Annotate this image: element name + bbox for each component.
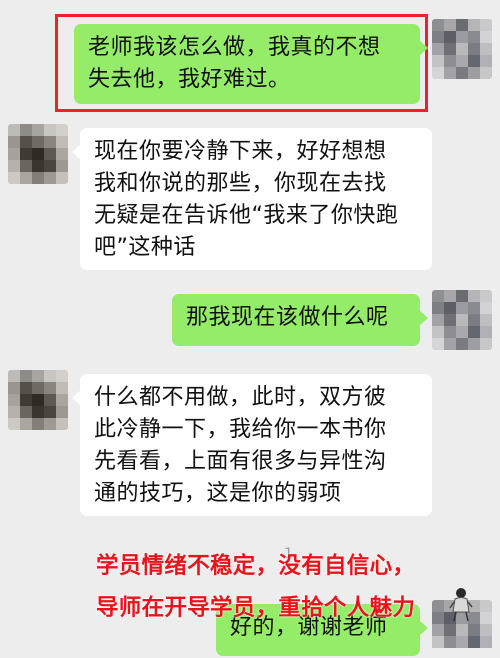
message-bubble-sent[interactable]: 那我现在该做什么呢 [172, 294, 428, 346]
message-text: 通的技巧，这是你的弱项 [94, 481, 342, 506]
message-text: 此冷静一下，我给你一本书你 [94, 417, 387, 442]
annotation-line-2: 导师在开导学员，重拾个人魅力 [96, 595, 416, 621]
teacher-avatar[interactable] [8, 124, 68, 184]
message-text: 吧”这种话 [94, 235, 196, 260]
message-text: 什么都不用做，此时，双方彼 [94, 385, 387, 410]
message-bubble-received[interactable]: 现在你要冷静下来，好好想想 我和你说的那些，你现在去找 无疑是在告诉他“我来了你… [72, 128, 432, 270]
person-figure-icon [449, 588, 473, 622]
message-bubble-sent[interactable]: 老师我该怎么做，我真的不想 失去他，我好难过。 [74, 24, 428, 104]
message-text: 失去他，我好难过。 [88, 67, 291, 92]
student-avatar[interactable] [432, 290, 492, 350]
message-text: 老师我该怎么做，我真的不想 [88, 35, 381, 60]
message-text: 那我现在该做什么呢 [186, 305, 389, 330]
annotation-line-1: 学员情绪不稳定，没有自信心， [96, 553, 416, 579]
message-bubble-received[interactable]: 什么都不用做，此时，双方彼 此冷静一下，我给你一本书你 先看看，上面有很多与异性… [72, 374, 432, 516]
message-text: 无疑是在告诉他“我来了你快跑 [94, 203, 399, 228]
student-avatar[interactable] [432, 19, 492, 79]
teacher-avatar[interactable] [8, 370, 68, 430]
message-text: 先看看，上面有很多与异性沟 [94, 449, 387, 474]
message-text: 现在你要冷静下来，好好想想 [94, 139, 387, 164]
message-text: 我和你说的那些，你现在去找 [94, 171, 387, 196]
